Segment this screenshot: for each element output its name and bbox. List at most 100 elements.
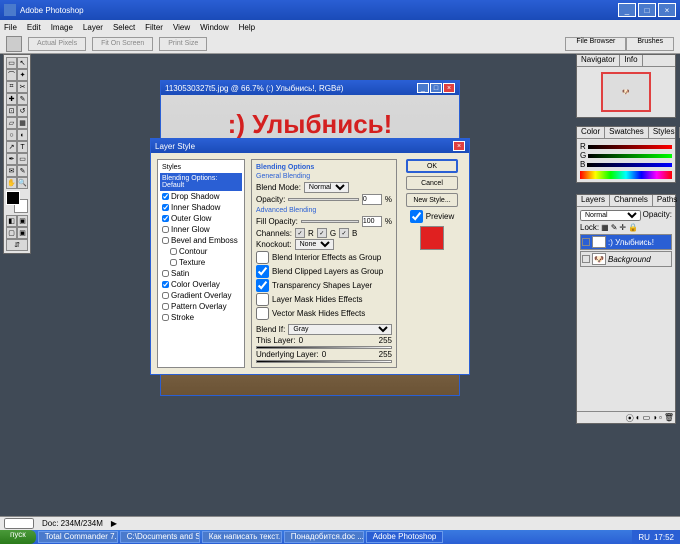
style-contour[interactable]: Contour: [160, 246, 242, 257]
quickmask-tool[interactable]: ◧: [6, 215, 17, 227]
paths-tab[interactable]: Paths: [653, 195, 680, 206]
brushes-tab[interactable]: Brushes: [626, 37, 674, 51]
vector-mask-checkbox[interactable]: [256, 307, 269, 320]
hand-tool[interactable]: ✋: [6, 177, 17, 189]
notes-tool[interactable]: ✉: [6, 165, 17, 177]
channel-g-checkbox[interactable]: ✓: [317, 228, 327, 238]
start-button[interactable]: пуск: [0, 530, 36, 544]
zoom-input[interactable]: [4, 518, 34, 529]
menu-layer[interactable]: Layer: [83, 23, 103, 32]
new-folder-icon[interactable]: ▭: [643, 413, 651, 422]
opacity-slider[interactable]: [288, 198, 359, 201]
wand-tool[interactable]: ✦: [17, 69, 28, 81]
text-layer[interactable]: :) Улыбнись!: [161, 109, 459, 140]
eraser-tool[interactable]: ▱: [6, 117, 17, 129]
inner-glow-checkbox[interactable]: [162, 226, 169, 233]
style-stroke[interactable]: Stroke: [160, 312, 242, 323]
mode-full[interactable]: ▣: [17, 227, 28, 239]
layer-mask-icon[interactable]: ◐: [636, 413, 641, 422]
doc-maximize-button[interactable]: □: [430, 83, 442, 93]
b-slider[interactable]: [587, 163, 672, 167]
mode-std[interactable]: ▢: [6, 227, 17, 239]
blend-clipped-checkbox[interactable]: [256, 265, 269, 278]
style-outer-glow[interactable]: Outer Glow: [160, 213, 242, 224]
task-item[interactable]: Понадобится.doc ...: [284, 531, 364, 543]
drop-shadow-checkbox[interactable]: [162, 193, 169, 200]
navigator-tab[interactable]: Navigator: [577, 55, 620, 66]
style-inner-shadow[interactable]: Inner Shadow: [160, 202, 242, 213]
task-item-active[interactable]: Adobe Photoshop: [366, 531, 444, 543]
cancel-button[interactable]: Cancel: [406, 176, 458, 190]
navigator-thumbnail[interactable]: 🐶: [601, 72, 651, 112]
color-swatches[interactable]: [6, 191, 28, 213]
type-tool[interactable]: T: [17, 141, 28, 153]
r-slider[interactable]: [588, 145, 672, 149]
history-brush-tool[interactable]: ↺: [17, 105, 28, 117]
gradient-overlay-checkbox[interactable]: [162, 292, 169, 299]
menu-image[interactable]: Image: [51, 23, 73, 32]
adjustment-icon[interactable]: ◑: [652, 413, 657, 422]
lock-position-icon[interactable]: ✛: [619, 223, 626, 232]
fit-on-screen-button[interactable]: Fit On Screen: [92, 37, 153, 51]
print-size-button[interactable]: Print Size: [159, 37, 207, 51]
new-layer-icon[interactable]: ▫: [659, 413, 662, 422]
knockout-select[interactable]: None: [295, 239, 334, 250]
maximize-button[interactable]: □: [638, 3, 656, 17]
slice-tool[interactable]: ✂: [17, 81, 28, 93]
ok-button[interactable]: OK: [406, 159, 458, 173]
preview-checkbox[interactable]: [410, 210, 423, 223]
menu-select[interactable]: Select: [113, 23, 135, 32]
menu-file[interactable]: File: [4, 23, 17, 32]
status-arrow-icon[interactable]: ▶: [111, 519, 117, 528]
layer-style-icon[interactable]: ⦿: [626, 413, 634, 422]
underlying-slider[interactable]: [256, 360, 392, 363]
color-ramp[interactable]: [580, 171, 672, 179]
minimize-button[interactable]: _: [618, 3, 636, 17]
heal-tool[interactable]: ✚: [6, 93, 17, 105]
fill-opacity-slider[interactable]: [301, 220, 359, 223]
layer-blend-mode[interactable]: Normal: [580, 210, 641, 221]
task-item[interactable]: Как написать текст...: [202, 531, 282, 543]
move-tool[interactable]: ↖: [17, 57, 28, 69]
system-tray[interactable]: RU17:52: [632, 530, 680, 544]
menu-filter[interactable]: Filter: [145, 23, 163, 32]
style-satin[interactable]: Satin: [160, 268, 242, 279]
stamp-tool[interactable]: ⊡: [6, 105, 17, 117]
task-item[interactable]: C:\Documents and Se...: [120, 531, 200, 543]
doc-close-button[interactable]: ×: [443, 83, 455, 93]
blend-interior-checkbox[interactable]: [256, 251, 269, 264]
style-inner-glow[interactable]: Inner Glow: [160, 224, 242, 235]
doc-minimize-button[interactable]: _: [417, 83, 429, 93]
pen-tool[interactable]: ✒: [6, 153, 17, 165]
style-pattern-overlay[interactable]: Pattern Overlay: [160, 301, 242, 312]
g-slider[interactable]: [588, 154, 672, 158]
stroke-checkbox[interactable]: [162, 314, 169, 321]
styles-header[interactable]: Styles: [160, 162, 242, 173]
lock-pixels-icon[interactable]: ✎: [611, 223, 618, 232]
zoom-tool[interactable]: 🔍: [17, 177, 28, 189]
path-tool[interactable]: ↗: [6, 141, 17, 153]
contour-checkbox[interactable]: [170, 248, 177, 255]
current-tool-icon[interactable]: [6, 36, 22, 52]
brush-tool[interactable]: ✎: [17, 93, 28, 105]
color-overlay-checkbox[interactable]: [162, 281, 169, 288]
screenmode-tool[interactable]: ▣: [17, 215, 28, 227]
layer-row-background[interactable]: 🐶 Background: [580, 251, 672, 267]
texture-checkbox[interactable]: [170, 259, 177, 266]
inner-shadow-checkbox[interactable]: [162, 204, 169, 211]
menu-window[interactable]: Window: [200, 23, 228, 32]
styles-tab[interactable]: Styles: [649, 127, 680, 138]
crop-tool[interactable]: ⌗: [6, 81, 17, 93]
gradient-tool[interactable]: ▦: [17, 117, 28, 129]
info-tab[interactable]: Info: [620, 55, 642, 66]
style-texture[interactable]: Texture: [160, 257, 242, 268]
file-browser-tab[interactable]: File Browser: [565, 37, 626, 51]
blur-tool[interactable]: ○: [6, 129, 17, 141]
style-gradient-overlay[interactable]: Gradient Overlay: [160, 290, 242, 301]
opacity-input[interactable]: [362, 194, 382, 205]
jump-to-imageready[interactable]: ⇵: [6, 239, 28, 251]
channel-r-checkbox[interactable]: ✓: [295, 228, 305, 238]
dodge-tool[interactable]: ◐: [17, 129, 28, 141]
lock-icon[interactable]: ▦: [601, 223, 609, 232]
task-item[interactable]: Total Commander 7.0...: [38, 531, 118, 543]
